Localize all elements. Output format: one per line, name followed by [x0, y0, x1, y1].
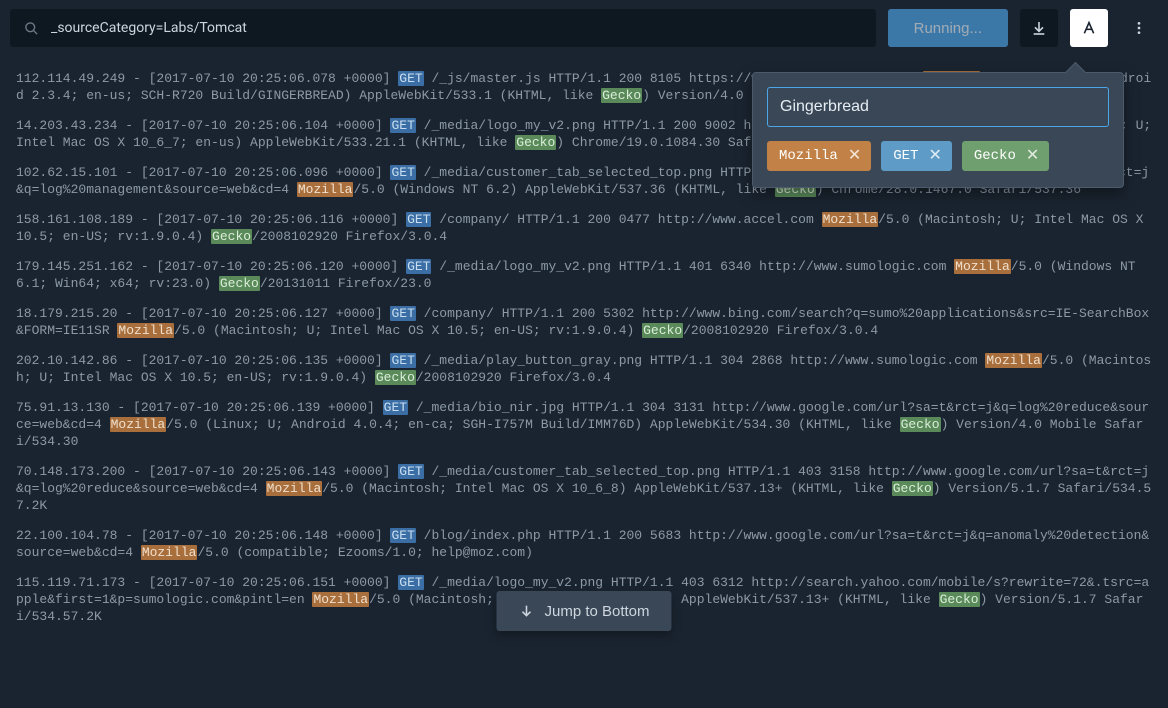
highlight-get: GET	[398, 464, 423, 479]
highlight-gecko: Gecko	[375, 370, 416, 385]
highlight-gecko: Gecko	[939, 592, 980, 607]
highlight-mozilla: Mozilla	[141, 545, 198, 560]
highlight-gecko: Gecko	[515, 135, 556, 150]
highlight-get: GET	[390, 118, 415, 133]
jump-to-bottom-button[interactable]: Jump to Bottom	[496, 591, 671, 631]
highlight-mozilla: Mozilla	[117, 323, 174, 338]
highlight-gecko: Gecko	[892, 481, 933, 496]
log-entry: 22.100.104.78 - [2017-07-10 20:25:06.148…	[16, 527, 1152, 561]
highlight-get: GET	[406, 212, 431, 227]
highlight-mozilla: Mozilla	[297, 182, 354, 197]
highlight-get: GET	[390, 165, 415, 180]
chip-remove-icon[interactable]: ✕	[928, 148, 941, 164]
highlight-get: GET	[390, 306, 415, 321]
arrow-down-icon	[518, 603, 534, 619]
highlight-get: GET	[383, 400, 408, 415]
highlight-toggle-button[interactable]	[1070, 9, 1108, 47]
highlight-get: GET	[406, 259, 431, 274]
text-highlight-icon	[1081, 20, 1097, 36]
chip-label: Gecko	[974, 148, 1016, 164]
highlight-gecko: Gecko	[219, 276, 260, 291]
highlight-chip-get[interactable]: GET ✕	[881, 141, 952, 171]
chip-label: Mozilla	[779, 148, 838, 164]
more-menu-button[interactable]	[1120, 9, 1158, 47]
log-entry: 18.179.215.20 - [2017-07-10 20:25:06.127…	[16, 305, 1152, 339]
highlight-get: GET	[390, 528, 415, 543]
highlight-popover: Mozilla ✕ GET ✕ Gecko ✕	[752, 72, 1124, 188]
more-vertical-icon	[1131, 20, 1147, 36]
highlight-mozilla: Mozilla	[954, 259, 1011, 274]
highlight-gecko: Gecko	[211, 229, 252, 244]
log-entry: 202.10.142.86 - [2017-07-10 20:25:06.135…	[16, 352, 1152, 386]
highlight-gecko: Gecko	[900, 417, 941, 432]
highlight-mozilla: Mozilla	[985, 353, 1042, 368]
query-input-wrapper[interactable]	[10, 9, 876, 47]
highlight-chips: Mozilla ✕ GET ✕ Gecko ✕	[767, 141, 1109, 171]
search-icon	[24, 21, 39, 36]
chip-label: GET	[893, 148, 918, 164]
log-entry: 75.91.13.130 - [2017-07-10 20:25:06.139 …	[16, 399, 1152, 450]
log-entry: 158.161.108.189 - [2017-07-10 20:25:06.1…	[16, 211, 1152, 245]
highlight-chip-mozilla[interactable]: Mozilla ✕	[767, 141, 871, 171]
highlight-gecko: Gecko	[642, 323, 683, 338]
query-input[interactable]	[51, 20, 862, 36]
chip-remove-icon[interactable]: ✕	[848, 148, 861, 164]
download-button[interactable]	[1020, 9, 1058, 47]
highlight-chip-gecko[interactable]: Gecko ✕	[962, 141, 1049, 171]
run-button[interactable]: Running...	[888, 9, 1008, 47]
download-icon	[1031, 20, 1047, 36]
highlight-mozilla: Mozilla	[266, 481, 323, 496]
highlight-get: GET	[398, 575, 423, 590]
highlight-gecko: Gecko	[601, 88, 642, 103]
highlight-search-input[interactable]	[767, 87, 1109, 127]
toolbar: Running...	[0, 0, 1168, 56]
jump-to-bottom-label: Jump to Bottom	[544, 603, 649, 620]
highlight-mozilla: Mozilla	[110, 417, 167, 432]
highlight-get: GET	[398, 71, 423, 86]
highlight-mozilla: Mozilla	[822, 212, 879, 227]
chip-remove-icon[interactable]: ✕	[1026, 148, 1039, 164]
highlight-get: GET	[390, 353, 415, 368]
log-entry: 70.148.173.200 - [2017-07-10 20:25:06.14…	[16, 463, 1152, 514]
log-entry: 179.145.251.162 - [2017-07-10 20:25:06.1…	[16, 258, 1152, 292]
highlight-mozilla: Mozilla	[312, 592, 369, 607]
